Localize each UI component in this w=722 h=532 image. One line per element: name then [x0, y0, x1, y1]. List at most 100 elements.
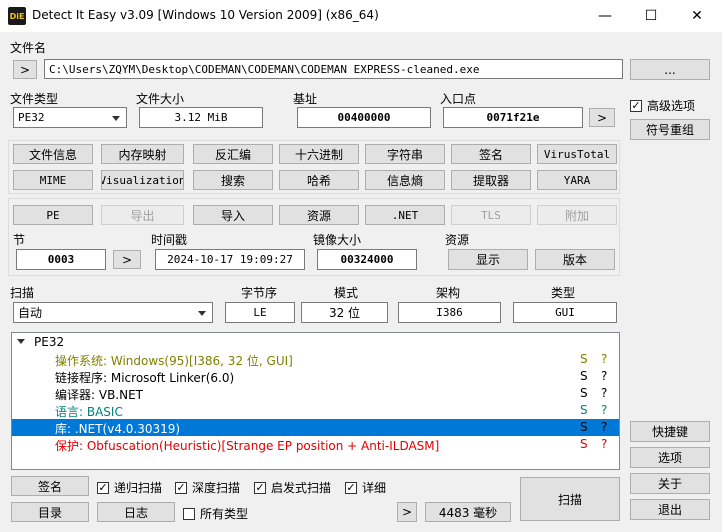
heuristic-scan-checkbox[interactable]: ✓ 启发式扫描: [254, 479, 331, 496]
result-info-flag[interactable]: ?: [601, 369, 607, 383]
toolbar-row1-button-0[interactable]: 文件信息: [13, 144, 93, 164]
advanced-checkbox[interactable]: ✓ 高级选项: [630, 97, 695, 114]
toolbar-row1-button-6[interactable]: VirusTotal: [537, 144, 617, 164]
result-info-flag[interactable]: ?: [601, 437, 607, 451]
checkbox-checked-icon: ✓: [630, 99, 642, 112]
toolbar-row1-button-1[interactable]: 内存映射: [101, 144, 184, 164]
result-info-flag[interactable]: ?: [601, 386, 607, 400]
endian-field: LE: [225, 302, 295, 323]
pe-row-button-5[interactable]: TLS: [451, 205, 531, 225]
close-button[interactable]: ✕: [674, 0, 720, 32]
result-text: 语言: BASIC: [55, 405, 123, 419]
result-info-flag[interactable]: ?: [601, 352, 607, 366]
pe-row-button-2[interactable]: 导入: [193, 205, 273, 225]
scan-label: 扫描: [10, 286, 35, 300]
result-text: 链接程序: Microsoft Linker(6.0): [55, 371, 235, 385]
toolbar-row2-button-5[interactable]: 提取器: [451, 170, 531, 190]
all-types-label: 所有类型: [200, 507, 249, 521]
checkbox-unchecked-icon: [183, 507, 195, 520]
log-button[interactable]: 日志: [97, 502, 175, 522]
show-resources-button[interactable]: 显示: [448, 249, 528, 270]
verbose-checkbox[interactable]: ✓ 详细: [345, 479, 386, 496]
section-open-button[interactable]: >: [113, 250, 141, 269]
deep-label: 深度扫描: [192, 481, 241, 495]
toolbar-row1-button-3[interactable]: 十六进制: [279, 144, 359, 164]
open-file-button[interactable]: >: [13, 60, 37, 79]
browse-button[interactable]: ...: [630, 59, 710, 80]
next-button[interactable]: >: [397, 502, 417, 522]
file-path-field[interactable]: C:\Users\ZQYM\Desktop\CODEMAN\CODEMAN\CO…: [44, 59, 623, 79]
pe-row-button-3[interactable]: 资源: [279, 205, 359, 225]
heuristic-label: 启发式扫描: [271, 481, 332, 495]
checkbox-checked-icon: ✓: [97, 481, 109, 494]
result-signature-flag[interactable]: S: [580, 403, 588, 417]
base-address-field: 00400000: [297, 107, 431, 128]
minimize-button[interactable]: —: [582, 0, 628, 32]
pe-row-button-6[interactable]: 附加: [537, 205, 617, 225]
image-size-field: 00324000: [317, 249, 417, 270]
result-text: 库: .NET(v4.0.30319): [55, 422, 181, 436]
toolbar-row2-button-4[interactable]: 信息熵: [365, 170, 445, 190]
toolbar-row2-button-3[interactable]: 哈希: [279, 170, 359, 190]
result-signature-flag[interactable]: S: [580, 386, 588, 400]
image-size-label: 镜像大小: [313, 233, 362, 247]
directory-button[interactable]: 目录: [11, 502, 89, 522]
window-title: Detect It Easy v3.09 [Windows 10 Version…: [32, 8, 379, 22]
endian-label: 字节序: [241, 286, 278, 300]
pe-row-button-0[interactable]: PE: [13, 205, 93, 225]
result-row[interactable]: 链接程序: Microsoft Linker(6.0) S?: [12, 368, 619, 385]
advanced-label: 高级选项: [647, 99, 696, 113]
toolbar-row2-button-0[interactable]: MIME: [13, 170, 93, 190]
result-row[interactable]: 操作系统: Windows(95)[I386, 32 位, GUI] S?: [12, 351, 619, 368]
result-signature-flag[interactable]: S: [580, 420, 588, 434]
toolbar-row2-button-6[interactable]: YARA: [537, 170, 617, 190]
version-button[interactable]: 版本: [535, 249, 615, 270]
tree-root-label: PE32: [34, 335, 65, 349]
entry-point-label: 入口点: [440, 92, 477, 106]
result-row[interactable]: 编译器: VB.NET S?: [12, 385, 619, 402]
result-info-flag[interactable]: ?: [601, 420, 607, 434]
toolbar-row2-button-1[interactable]: Visualization: [101, 170, 184, 190]
symbols-button[interactable]: 符号重组: [630, 119, 710, 140]
base-address-label: 基址: [293, 92, 318, 106]
result-signature-flag[interactable]: S: [580, 437, 588, 451]
toolbar-row1-button-5[interactable]: 签名: [451, 144, 531, 164]
chevron-down-icon: [198, 310, 206, 316]
scan-mode-select[interactable]: 自动: [13, 302, 213, 323]
options-button[interactable]: 选项: [630, 447, 710, 468]
resources-label: 资源: [445, 233, 470, 247]
timestamp-field: 2024-10-17 19:09:27: [155, 249, 305, 270]
bits-field: 32 位: [301, 302, 388, 323]
file-type-label: 文件类型: [10, 92, 59, 106]
result-signature-flag[interactable]: S: [580, 352, 588, 366]
result-signature-flag[interactable]: S: [580, 369, 588, 383]
type-label: 类型: [551, 286, 576, 300]
entry-point-field: 0071f21e: [443, 107, 583, 128]
toolbar-row2-button-2[interactable]: 搜索: [193, 170, 273, 190]
result-row[interactable]: 语言: BASIC S?: [12, 402, 619, 419]
pe-row-button-1[interactable]: 导出: [101, 205, 184, 225]
toolbar-row1-button-2[interactable]: 反汇编: [193, 144, 273, 164]
result-row[interactable]: 库: .NET(v4.0.30319) S?: [12, 419, 619, 436]
signatures-button[interactable]: 签名: [11, 476, 89, 496]
about-button[interactable]: 关于: [630, 473, 710, 494]
maximize-button[interactable]: ☐: [628, 0, 674, 32]
entry-point-button[interactable]: >: [589, 108, 615, 127]
deep-scan-checkbox[interactable]: ✓ 深度扫描: [175, 479, 240, 496]
shortcuts-button[interactable]: 快捷键: [630, 421, 710, 442]
file-type-select[interactable]: PE32: [13, 107, 127, 128]
exit-button[interactable]: 退出: [630, 499, 710, 520]
scan-mode-value: 自动: [18, 306, 43, 320]
toolbar-row1-button-4[interactable]: 字符串: [365, 144, 445, 164]
result-info-flag[interactable]: ?: [601, 403, 607, 417]
results-tree[interactable]: PE32 操作系统: Windows(95)[I386, 32 位, GUI] S…: [11, 332, 620, 470]
scan-button[interactable]: 扫描: [520, 477, 620, 521]
arch-label: 架构: [436, 286, 461, 300]
all-types-checkbox[interactable]: 所有类型: [183, 505, 248, 522]
result-row[interactable]: 保护: Obfuscation(Heuristic)[Strange EP po…: [12, 436, 619, 453]
pe-row-button-4[interactable]: .NET: [365, 205, 445, 225]
tree-root-row[interactable]: PE32: [12, 334, 619, 351]
timestamp-label: 时间戳: [151, 233, 188, 247]
recursive-scan-checkbox[interactable]: ✓ 递归扫描: [97, 479, 162, 496]
expand-icon[interactable]: [17, 339, 25, 344]
